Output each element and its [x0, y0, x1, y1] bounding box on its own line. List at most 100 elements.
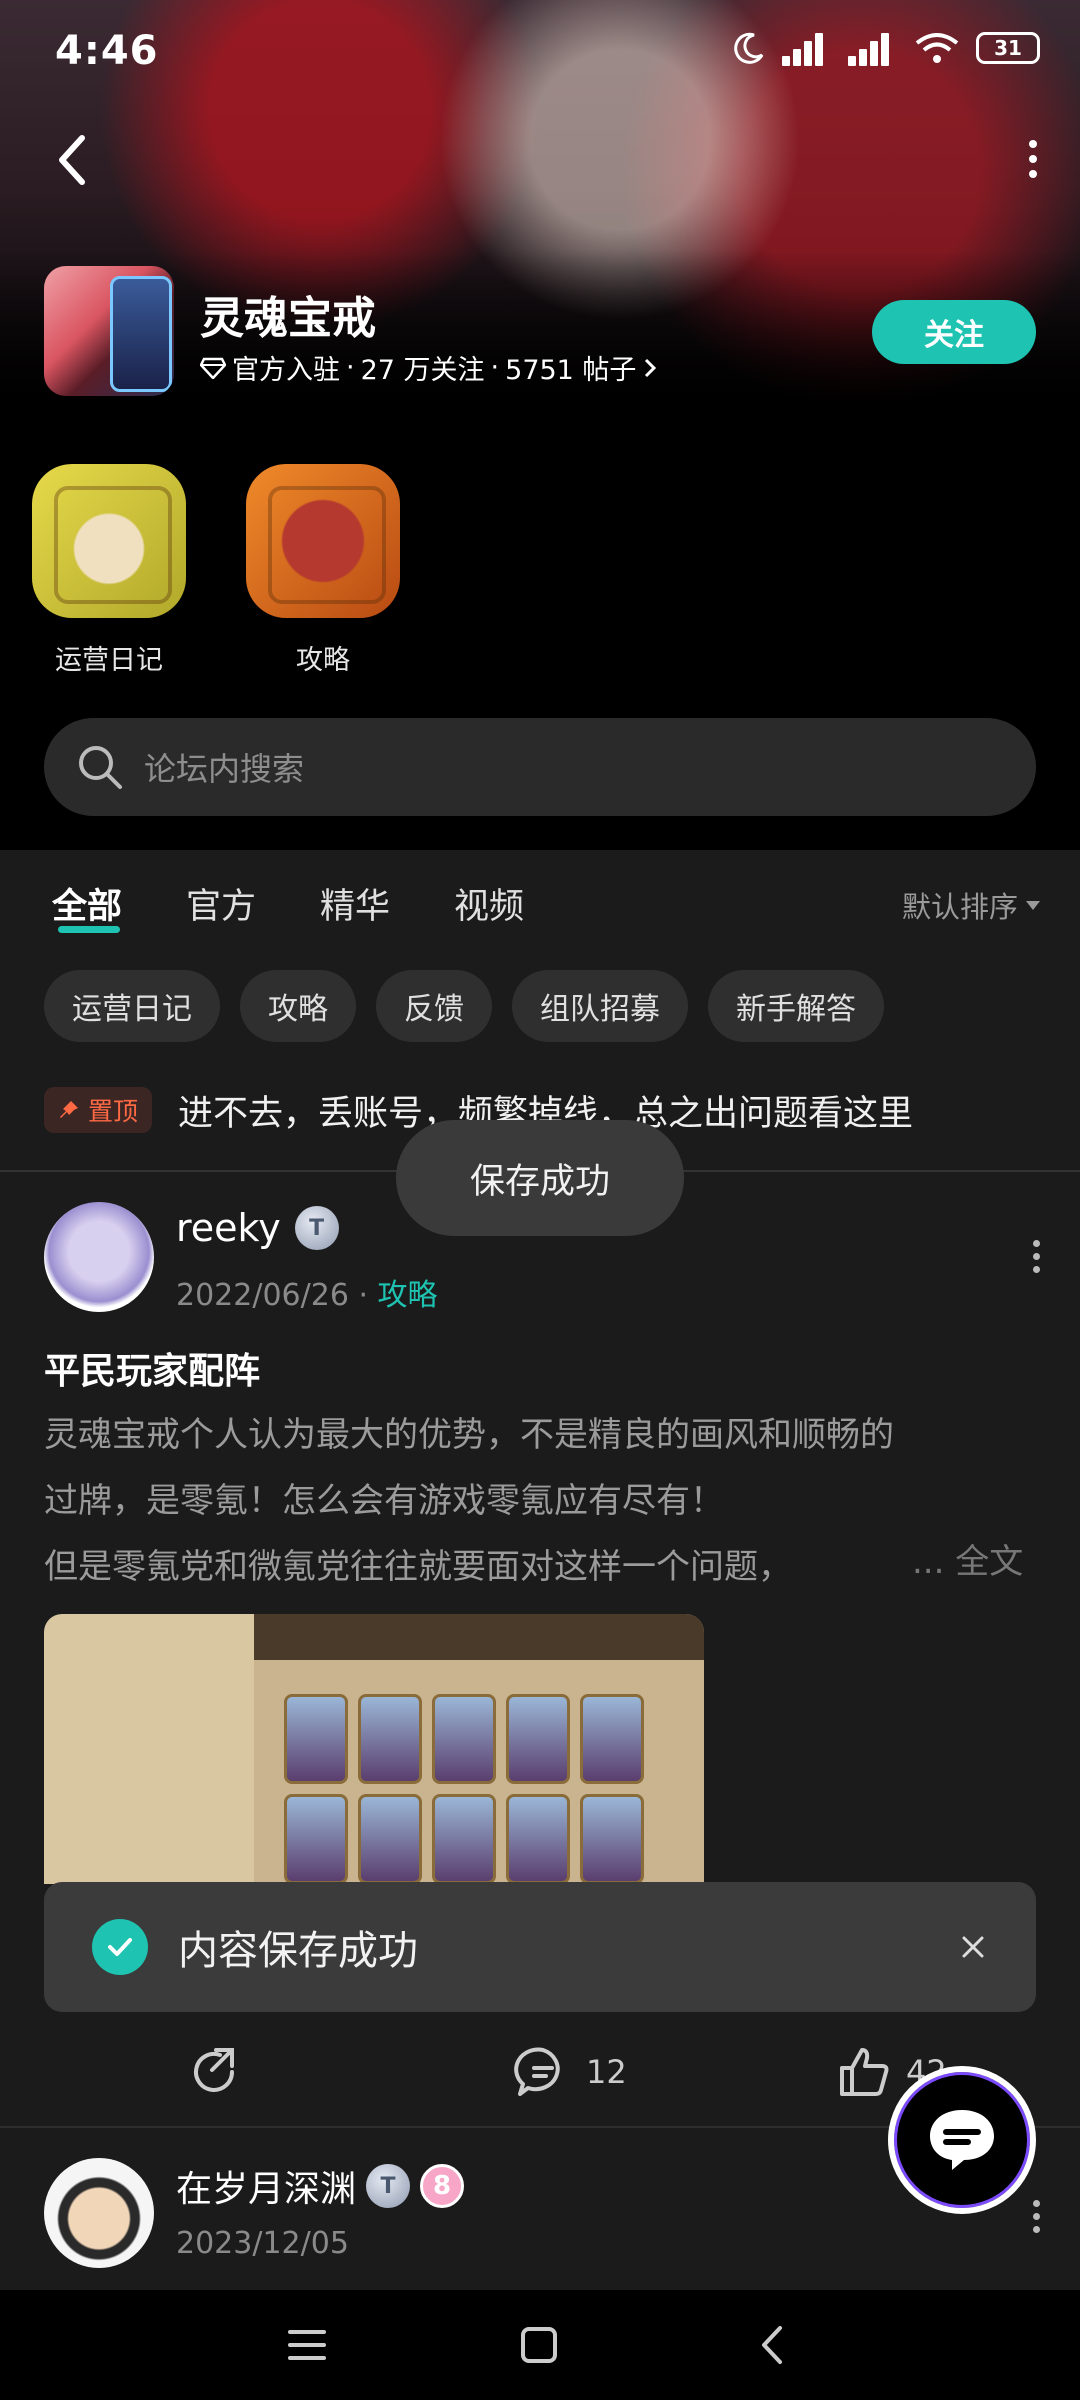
image-card: [580, 1694, 644, 1784]
caret-down-icon: [1026, 900, 1040, 910]
more-icon[interactable]: [1018, 140, 1048, 190]
post-author[interactable]: reeky T: [176, 1206, 339, 1250]
search-placeholder: 论坛内搜索: [144, 750, 305, 788]
sort-dropdown[interactable]: 默认排序: [902, 884, 1040, 926]
image-card: [358, 1794, 422, 1884]
tab-all[interactable]: 全部: [52, 878, 122, 929]
image-card: [580, 1794, 644, 1884]
post-title[interactable]: 平民玩家配阵: [44, 1342, 260, 1394]
toast-text: 内容保存成功: [178, 1928, 418, 1974]
image-card: [284, 1694, 348, 1784]
status-bar: 4:46 31: [0, 0, 1080, 110]
image-card: [284, 1794, 348, 1884]
shortcut-guide-image: [246, 464, 400, 618]
image-card: [506, 1794, 570, 1884]
back-icon[interactable]: [48, 130, 98, 190]
forum-title: 灵魂宝戒: [200, 293, 376, 344]
tab-official[interactable]: 官方: [186, 878, 256, 929]
follow-button[interactable]: 关注: [872, 300, 1036, 364]
meta-sep: ·: [346, 352, 355, 383]
post-date: 2022/06/26: [176, 1278, 349, 1313]
level-badge: T: [366, 2164, 411, 2208]
comment-button[interactable]: 12: [514, 2044, 627, 2100]
post-category[interactable]: 攻略: [378, 1278, 438, 1313]
shortcut-guide[interactable]: 攻略: [246, 464, 400, 677]
chip-ops-diary[interactable]: 运营日记: [44, 970, 220, 1042]
image-card: [506, 1694, 570, 1784]
avatar[interactable]: [44, 2158, 154, 2268]
followers-count: 27 万关注: [360, 355, 485, 386]
shortcut-ops-diary[interactable]: 运营日记: [32, 464, 186, 677]
signal-icon-1: [782, 30, 832, 66]
toast-content-saved: 内容保存成功: [44, 1882, 1036, 2012]
chip-team[interactable]: 组队招募: [512, 970, 688, 1042]
achievement-badge: 8: [420, 2164, 465, 2208]
category-chips: 运营日记 攻略 反馈 组队招募 新手解答: [44, 970, 884, 1042]
pin-icon: [60, 1101, 78, 1118]
post-body-line: 过牌，是零氪！怎么会有游戏零氪应有尽有！: [44, 1481, 724, 1521]
share-button[interactable]: [186, 2044, 242, 2100]
search-input[interactable]: 论坛内搜索: [44, 718, 1036, 816]
toast-save-success: 保存成功: [396, 1120, 684, 1236]
post-date: 2023/12/05: [176, 2226, 349, 2261]
tab-bar: 全部 官方 精华 视频 默认排序: [0, 850, 1080, 960]
shortcut-label: 运营日记: [55, 645, 163, 676]
status-time: 4:46: [55, 28, 159, 74]
chat-fab-icon: [930, 2110, 994, 2170]
shortcut-label: 攻略: [296, 645, 350, 676]
meta-sep: ·: [490, 352, 500, 383]
image-card: [432, 1694, 496, 1784]
tab-underline: [58, 926, 120, 933]
post-author[interactable]: 在岁月深渊 T 8: [176, 2160, 465, 2212]
post-more-icon[interactable]: [1033, 1240, 1040, 1273]
chip-feedback[interactable]: 反馈: [376, 970, 492, 1042]
image-card: [432, 1794, 496, 1884]
comment-icon: [514, 2047, 560, 2096]
avatar[interactable]: [44, 1202, 154, 1312]
post-meta: 2022/06/26 · 攻略: [176, 1270, 438, 1314]
forum-meta[interactable]: 官方入驻 · 27 万关注 · 5751 帖子: [200, 348, 658, 387]
post-image[interactable]: [44, 1614, 704, 1884]
feed-panel: 全部 官方 精华 视频 默认排序 运营日记 攻略 反馈 组队招募 新手解答 置顶…: [0, 850, 1080, 2290]
wifi-icon: [915, 33, 959, 63]
chip-newbie[interactable]: 新手解答: [708, 970, 884, 1042]
like-icon: [840, 2048, 889, 2096]
chat-fab-button[interactable]: [888, 2066, 1036, 2214]
post-body-line: 灵魂宝戒个人认为最大的优势，不是精良的画风和顺畅的: [44, 1415, 894, 1455]
username: reeky: [176, 1206, 281, 1250]
username: 在岁月深渊: [176, 2169, 357, 2210]
pin-label: 置顶: [88, 1097, 139, 1126]
post-body[interactable]: 灵魂宝戒个人认为最大的优势，不是精良的画风和顺畅的 过牌，是零氪！怎么会有游戏零…: [44, 1402, 1044, 1600]
post-body-line: 但是零氪党和微氪党往往就要面对这样一个问题，: [44, 1547, 792, 1587]
tab-video[interactable]: 视频: [454, 878, 524, 929]
level-badge: T: [294, 1206, 339, 1250]
close-icon[interactable]: [956, 1930, 990, 1964]
pin-badge: 置顶: [44, 1087, 153, 1133]
post-more-icon[interactable]: [1033, 2200, 1040, 2233]
shortcut-row: 运营日记 攻略: [32, 464, 400, 677]
image-topbar: [254, 1614, 704, 1660]
moon-icon: [734, 32, 764, 64]
search-icon: [79, 746, 122, 789]
sort-label: 默认排序: [901, 890, 1018, 924]
signal-icon-2: [848, 30, 898, 66]
tab-featured[interactable]: 精华: [320, 878, 390, 929]
meta-sep: ·: [358, 1278, 378, 1313]
diamond-icon: [200, 357, 226, 379]
menu-icon[interactable]: [282, 2320, 332, 2370]
official-label: 官方入驻: [232, 355, 340, 386]
read-more-link[interactable]: ... 全文: [912, 1534, 1023, 1583]
image-card: [358, 1694, 422, 1784]
check-icon: [92, 1919, 148, 1975]
chevron-right-icon: [645, 358, 657, 377]
back-nav-icon[interactable]: [748, 2320, 798, 2370]
system-nav-bar: [0, 2290, 1080, 2400]
forum-logo: [44, 266, 174, 396]
share-icon: [194, 2048, 234, 2092]
battery-indicator: 31: [976, 32, 1040, 64]
posts-count: 5751 帖子: [505, 355, 637, 386]
home-icon[interactable]: [514, 2320, 564, 2370]
comment-count: 12: [586, 2053, 627, 2091]
image-cards: [284, 1694, 644, 1884]
chip-guide[interactable]: 攻略: [240, 970, 356, 1042]
